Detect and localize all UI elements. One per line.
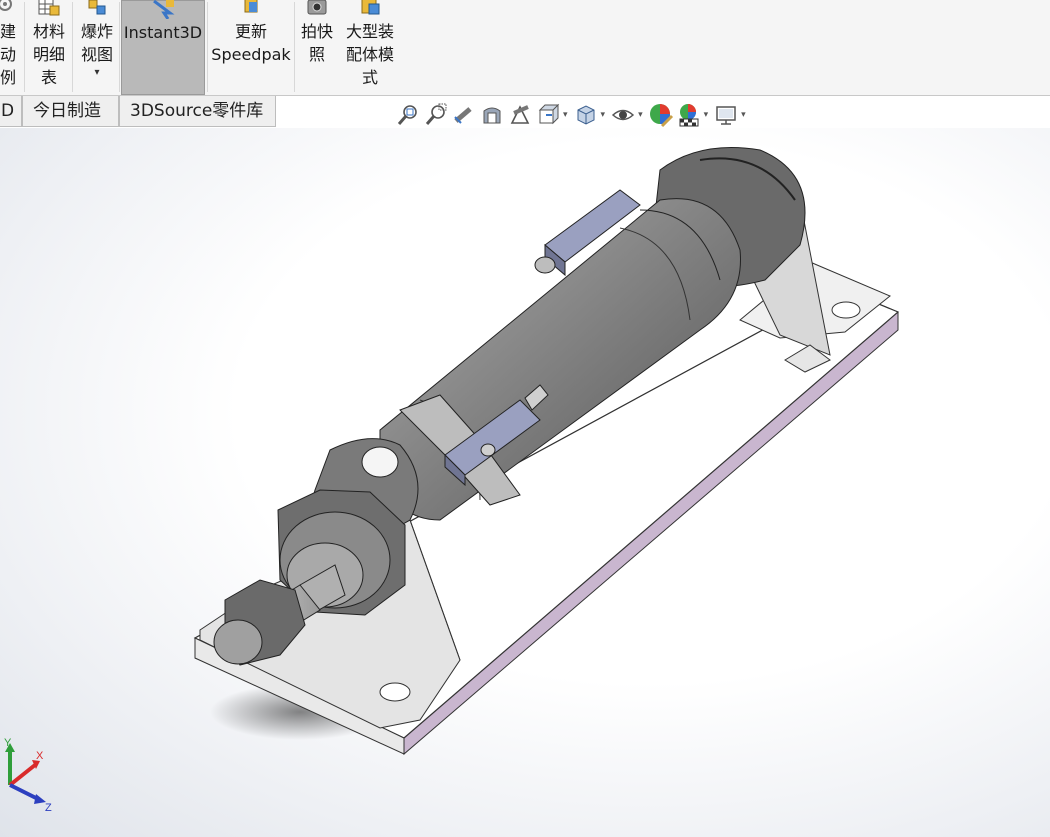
apply-scene-dropdown-caret[interactable]: ▾ [704, 110, 709, 120]
x-axis-arrow [8, 763, 37, 787]
bill-of-materials-label: 材料 明细 表 [32, 22, 65, 87]
view-settings-icon[interactable] [712, 101, 740, 129]
take-snapshot-label: 拍快 照 [300, 22, 333, 64]
instant3d-label: Instant3D [123, 23, 203, 42]
edit-appearance-icon[interactable] [647, 101, 675, 129]
section-view-icon[interactable] [478, 101, 506, 129]
update-speedpak-button[interactable]: 更新 Speedpak [210, 0, 292, 95]
z-axis-arrow [9, 783, 39, 801]
dynamic-annotation-view-icon[interactable] [506, 101, 534, 129]
coordinate-triad: Y X Z [4, 737, 52, 814]
exploded-view-dropdown-caret[interactable]: ▾ [94, 66, 99, 80]
view-orientation-icon[interactable] [534, 101, 562, 129]
tab-3dsource-parts-library[interactable]: 3DSource零件库 [119, 96, 276, 127]
bill-of-materials-icon [36, 0, 62, 18]
previous-view-icon[interactable] [450, 101, 478, 129]
apply-scene-icon[interactable] [675, 101, 703, 129]
instant3d-button[interactable]: Instant3D [121, 0, 205, 95]
take-snapshot-button[interactable]: 拍快 照 [297, 0, 337, 95]
exploded-view-icon [84, 0, 110, 18]
bill-of-materials-button[interactable]: 材料 明细 表 [28, 0, 70, 95]
large-assembly-mode-button[interactable]: 大型装 配体模 式 [340, 0, 400, 95]
large-assembly-mode-icon [357, 0, 383, 18]
y-axis-label: Y [4, 737, 12, 749]
instant3d-icon [150, 0, 176, 20]
heads-up-view-toolbar: ▾ ▾ ▾ ▾ ▾ [394, 100, 750, 130]
z-axis-label: Z [45, 802, 52, 814]
cylinder-assembly-model[interactable] [0, 128, 1050, 837]
view-settings-dropdown-caret[interactable]: ▾ [741, 110, 746, 120]
zoom-to-fit-icon[interactable] [394, 101, 422, 129]
motion-study-icon [0, 0, 21, 18]
exploded-view-label: 爆炸 视图 [80, 22, 113, 64]
speedpak-icon [238, 0, 264, 18]
exploded-view-button[interactable]: 爆炸 视图 ▾ [76, 0, 118, 95]
tab-today-manufacturing[interactable]: 今日制造 [22, 96, 119, 127]
motion-study-label: 建 动 例 [0, 22, 16, 87]
x-axis-label: X [36, 750, 44, 762]
display-style-dropdown-caret[interactable]: ▾ [601, 110, 606, 120]
command-manager-ribbon: 建 动 例 材料 明细 表 爆炸 视图 ▾ Instant3D 更新 Speed… [0, 0, 1050, 96]
hide-show-items-icon[interactable] [609, 101, 637, 129]
snapshot-camera-icon [304, 0, 330, 18]
hide-show-items-dropdown-caret[interactable]: ▾ [638, 110, 643, 120]
display-style-icon[interactable] [572, 101, 600, 129]
tab-3d[interactable]: D [0, 96, 22, 127]
large-assembly-mode-label: 大型装 配体模 式 [345, 22, 394, 87]
update-speedpak-label: 更新 Speedpak [211, 22, 291, 64]
view-orientation-dropdown-caret[interactable]: ▾ [563, 110, 568, 120]
graphics-viewport[interactable]: Y X Z [0, 128, 1050, 837]
motion-study-button[interactable]: 建 动 例 [0, 0, 22, 95]
zoom-to-area-icon[interactable] [422, 101, 450, 129]
